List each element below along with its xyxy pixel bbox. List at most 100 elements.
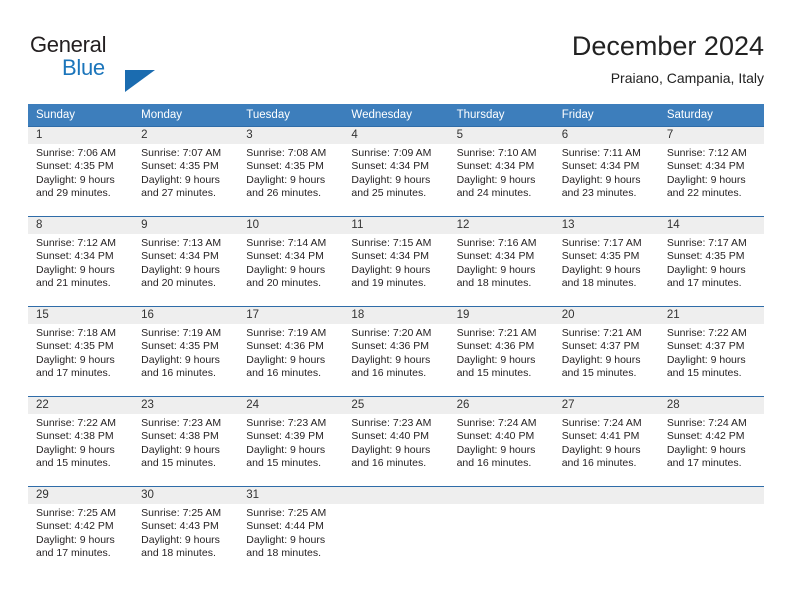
day-cell[interactable]: 12 Sunrise: 7:16 AM Sunset: 4:34 PM Dayl… (449, 217, 554, 306)
sunset-text: Sunset: 4:35 PM (141, 160, 219, 173)
daylight-text-line2: and 17 minutes. (666, 457, 742, 470)
week-row: 1 Sunrise: 7:06 AM Sunset: 4:35 PM Dayli… (28, 126, 764, 216)
sunrise-text: Sunrise: 7:11 AM (561, 147, 641, 159)
day-info: Sunrise: 7:21 AM Sunset: 4:36 PM Dayligh… (457, 327, 554, 381)
daylight-text-line2: and 16 minutes. (561, 457, 637, 470)
day-cell[interactable]: 21 Sunrise: 7:22 AM Sunset: 4:37 PM Dayl… (659, 307, 764, 396)
daylight-text-line2: and 16 minutes. (141, 367, 216, 380)
daylight-text-line2: and 16 minutes. (351, 367, 427, 380)
day-cell[interactable]: 20 Sunrise: 7:21 AM Sunset: 4:37 PM Dayl… (554, 307, 659, 396)
day-cell[interactable]: 31 Sunrise: 7:25 AM Sunset: 4:44 PM Dayl… (238, 487, 343, 576)
day-info: Sunrise: 7:11 AM Sunset: 4:34 PM Dayligh… (562, 147, 659, 201)
day-cell[interactable]: 1 Sunrise: 7:06 AM Sunset: 4:35 PM Dayli… (28, 127, 133, 216)
sunrise-text: Sunrise: 7:17 AM (561, 237, 642, 249)
day-cell[interactable]: 16 Sunrise: 7:19 AM Sunset: 4:35 PM Dayl… (133, 307, 238, 396)
day-cell[interactable]: 9 Sunrise: 7:13 AM Sunset: 4:34 PM Dayli… (133, 217, 238, 306)
sunrise-text: Sunrise: 7:07 AM (141, 147, 222, 159)
page-header: General Blue December 2024 Praiano, Camp… (28, 30, 764, 92)
sunset-text: Sunset: 4:42 PM (666, 430, 745, 443)
daylight-text-line1: Daylight: 9 hours (141, 353, 220, 366)
daylight-text-line1: Daylight: 9 hours (36, 353, 115, 366)
day-cell[interactable]: 26 Sunrise: 7:24 AM Sunset: 4:40 PM Dayl… (449, 397, 554, 486)
day-info: Sunrise: 7:24 AM Sunset: 4:40 PM Dayligh… (457, 417, 554, 471)
daylight-text-line2: and 17 minutes. (36, 367, 111, 380)
day-cell[interactable]: 11 Sunrise: 7:15 AM Sunset: 4:34 PM Dayl… (343, 217, 448, 306)
day-info: Sunrise: 7:10 AM Sunset: 4:34 PM Dayligh… (457, 147, 554, 201)
day-number: 26 (456, 399, 470, 411)
day-cell[interactable]: 29 Sunrise: 7:25 AM Sunset: 4:42 PM Dayl… (28, 487, 133, 576)
day-cell[interactable]: 15 Sunrise: 7:18 AM Sunset: 4:35 PM Dayl… (28, 307, 133, 396)
week-row: 29 Sunrise: 7:25 AM Sunset: 4:42 PM Dayl… (28, 486, 764, 576)
day-info: Sunrise: 7:25 AM Sunset: 4:43 PM Dayligh… (141, 507, 238, 561)
sunset-text: Sunset: 4:38 PM (36, 430, 114, 443)
day-cell[interactable]: 3 Sunrise: 7:08 AM Sunset: 4:35 PM Dayli… (238, 127, 343, 216)
day-info: Sunrise: 7:23 AM Sunset: 4:38 PM Dayligh… (141, 417, 238, 471)
daylight-text-line2: and 15 minutes. (36, 457, 111, 470)
day-info: Sunrise: 7:17 AM Sunset: 4:35 PM Dayligh… (667, 237, 764, 291)
day-number: 13 (561, 219, 575, 231)
week-row: 8 Sunrise: 7:12 AM Sunset: 4:34 PM Dayli… (28, 216, 764, 306)
day-cell[interactable]: 30 Sunrise: 7:25 AM Sunset: 4:43 PM Dayl… (133, 487, 238, 576)
sunset-text: Sunset: 4:35 PM (141, 340, 219, 353)
day-info: Sunrise: 7:07 AM Sunset: 4:35 PM Dayligh… (141, 147, 238, 201)
day-number: 31 (246, 489, 260, 501)
day-info: Sunrise: 7:21 AM Sunset: 4:37 PM Dayligh… (562, 327, 659, 381)
day-cell[interactable]: 17 Sunrise: 7:19 AM Sunset: 4:36 PM Dayl… (238, 307, 343, 396)
sunset-text: Sunset: 4:36 PM (246, 340, 324, 353)
day-cell[interactable]: 27 Sunrise: 7:24 AM Sunset: 4:41 PM Dayl… (554, 397, 659, 486)
day-cell[interactable]: 25 Sunrise: 7:23 AM Sunset: 4:40 PM Dayl… (343, 397, 448, 486)
daylight-text-line1: Daylight: 9 hours (456, 353, 536, 366)
sunset-text: Sunset: 4:35 PM (36, 340, 114, 353)
daylight-text-line2: and 18 minutes. (141, 547, 216, 560)
daylight-text-line1: Daylight: 9 hours (351, 173, 431, 186)
day-info: Sunrise: 7:22 AM Sunset: 4:37 PM Dayligh… (667, 327, 764, 381)
sunrise-text: Sunrise: 7:17 AM (666, 237, 747, 249)
day-cell[interactable]: 10 Sunrise: 7:14 AM Sunset: 4:34 PM Dayl… (238, 217, 343, 306)
day-cell[interactable]: 4 Sunrise: 7:09 AM Sunset: 4:34 PM Dayli… (343, 127, 448, 216)
day-cell[interactable]: 7 Sunrise: 7:12 AM Sunset: 4:34 PM Dayli… (659, 127, 764, 216)
day-cell[interactable]: 14 Sunrise: 7:17 AM Sunset: 4:35 PM Dayl… (659, 217, 764, 306)
day-info: Sunrise: 7:09 AM Sunset: 4:34 PM Dayligh… (351, 147, 448, 201)
day-cell[interactable]: 24 Sunrise: 7:23 AM Sunset: 4:39 PM Dayl… (238, 397, 343, 486)
daylight-text-line1: Daylight: 9 hours (666, 353, 746, 366)
sunrise-text: Sunrise: 7:08 AM (246, 147, 327, 159)
weekday-friday: Friday (561, 109, 594, 121)
sunrise-text: Sunrise: 7:24 AM (456, 417, 537, 429)
day-number: 5 (456, 129, 463, 141)
sunset-text: Sunset: 4:34 PM (561, 160, 640, 173)
day-cell[interactable]: 23 Sunrise: 7:23 AM Sunset: 4:38 PM Dayl… (133, 397, 238, 486)
daylight-text-line2: and 16 minutes. (246, 367, 321, 380)
sunrise-text: Sunrise: 7:25 AM (246, 507, 327, 519)
sunrise-text: Sunrise: 7:09 AM (351, 147, 432, 159)
day-cell[interactable]: 13 Sunrise: 7:17 AM Sunset: 4:35 PM Dayl… (554, 217, 659, 306)
day-number: 22 (36, 399, 49, 411)
day-cell[interactable]: 6 Sunrise: 7:11 AM Sunset: 4:34 PM Dayli… (554, 127, 659, 216)
weekday-thursday: Thursday (456, 109, 505, 121)
day-number: 15 (36, 309, 49, 321)
day-info: Sunrise: 7:22 AM Sunset: 4:38 PM Dayligh… (36, 417, 133, 471)
daylight-text-line2: and 26 minutes. (246, 187, 321, 200)
daylight-text-line2: and 15 minutes. (456, 367, 532, 380)
day-info: Sunrise: 7:18 AM Sunset: 4:35 PM Dayligh… (36, 327, 133, 381)
day-cell-empty (449, 487, 554, 576)
day-number: 8 (36, 219, 43, 231)
day-cell[interactable]: 2 Sunrise: 7:07 AM Sunset: 4:35 PM Dayli… (133, 127, 238, 216)
daylight-text-line2: and 16 minutes. (456, 457, 532, 470)
sunrise-text: Sunrise: 7:10 AM (456, 147, 537, 159)
day-cell[interactable]: 5 Sunrise: 7:10 AM Sunset: 4:34 PM Dayli… (449, 127, 554, 216)
day-cell[interactable]: 8 Sunrise: 7:12 AM Sunset: 4:34 PM Dayli… (28, 217, 133, 306)
daylight-text-line1: Daylight: 9 hours (561, 263, 641, 276)
day-number (457, 487, 554, 504)
day-number: 23 (141, 399, 154, 411)
daylight-text-line2: and 15 minutes. (246, 457, 321, 470)
sunset-text: Sunset: 4:37 PM (666, 340, 745, 353)
day-number: 27 (561, 399, 575, 411)
day-cell[interactable]: 28 Sunrise: 7:24 AM Sunset: 4:42 PM Dayl… (659, 397, 764, 486)
daylight-text-line1: Daylight: 9 hours (666, 263, 746, 276)
day-cell[interactable]: 18 Sunrise: 7:20 AM Sunset: 4:36 PM Dayl… (343, 307, 448, 396)
sunrise-text: Sunrise: 7:24 AM (561, 417, 642, 429)
day-cell[interactable]: 22 Sunrise: 7:22 AM Sunset: 4:38 PM Dayl… (28, 397, 133, 486)
day-cell[interactable]: 19 Sunrise: 7:21 AM Sunset: 4:36 PM Dayl… (449, 307, 554, 396)
day-info: Sunrise: 7:14 AM Sunset: 4:34 PM Dayligh… (246, 237, 343, 291)
daylight-text-line1: Daylight: 9 hours (36, 263, 115, 276)
